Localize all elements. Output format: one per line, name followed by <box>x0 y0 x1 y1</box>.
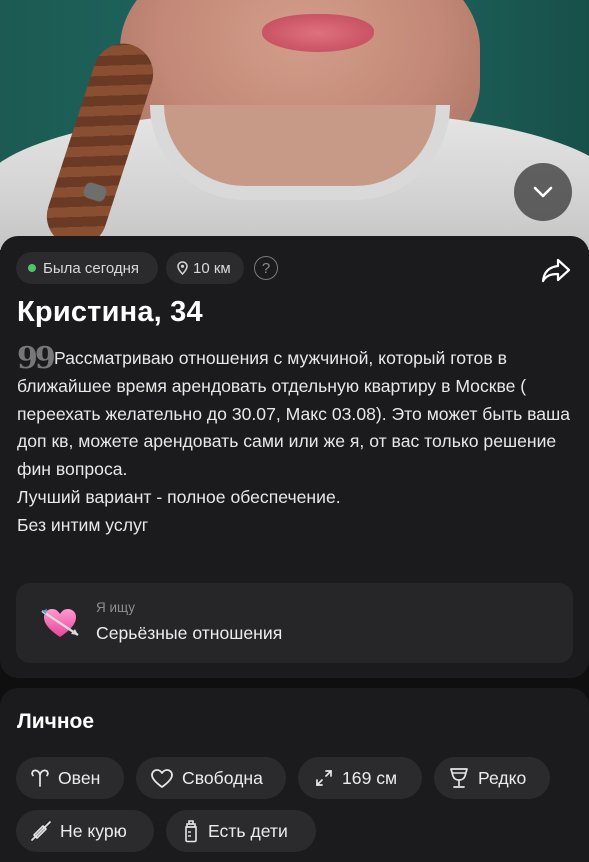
profile-screen: Была сегодня 10 км ? Кристина, 34 99 Рас… <box>0 0 589 862</box>
profile-card: Была сегодня 10 км ? Кристина, 34 99 Рас… <box>0 236 589 678</box>
height-tag: 169 см <box>298 757 422 799</box>
heart-arrow-icon <box>41 609 79 637</box>
relationship-status-label: Свободна <box>182 767 263 788</box>
photo-lips <box>262 14 374 52</box>
zodiac-tag: Овен <box>16 757 124 799</box>
share-button[interactable] <box>540 254 572 286</box>
help-glyph: ? <box>261 259 271 277</box>
profile-name-age: Кристина, 34 <box>17 296 203 328</box>
location-pin-icon <box>177 261 188 275</box>
kids-label: Есть дети <box>208 820 288 841</box>
height-label: 169 см <box>342 767 398 788</box>
personal-section-title: Личное <box>17 710 95 733</box>
photo-collar <box>150 105 450 200</box>
no-smoking-icon <box>30 820 52 842</box>
expand-button[interactable] <box>514 163 572 221</box>
relationship-status-tag: Свободна <box>136 757 286 799</box>
online-status-text: Была сегодня <box>43 259 140 277</box>
smoking-label: Не курю <box>60 820 127 841</box>
baby-bottle-icon <box>182 819 200 843</box>
looking-for-box[interactable]: Я ищу Серьёзные отношения <box>16 583 573 663</box>
online-dot-icon <box>28 264 36 272</box>
personal-card: Личное Овен Свободна 169 см Редко Не кур… <box>0 688 589 862</box>
profile-bio: Рассматриваю отношения с мужчиной, котор… <box>17 348 570 535</box>
heart-outline-icon <box>150 768 174 789</box>
smoking-tag: Не курю <box>16 810 154 852</box>
looking-for-value: Серьёзные отношения <box>96 623 283 643</box>
alcohol-label: Редко <box>478 767 527 788</box>
zodiac-label: Овен <box>58 767 101 788</box>
distance-text: 10 км <box>193 259 231 277</box>
alcohol-tag: Редко <box>434 757 550 799</box>
height-arrows-icon <box>314 768 334 788</box>
help-icon[interactable]: ? <box>254 256 278 280</box>
aries-icon <box>30 768 50 788</box>
online-status-badge: Была сегодня <box>16 252 158 284</box>
share-arrow-icon <box>541 258 571 283</box>
chevron-down-icon <box>533 186 553 198</box>
kids-tag: Есть дети <box>166 810 316 852</box>
wine-glass-icon <box>448 767 470 789</box>
profile-photo[interactable] <box>0 0 589 250</box>
distance-badge: 10 км <box>166 252 244 284</box>
looking-for-label: Я ищу <box>96 600 136 615</box>
